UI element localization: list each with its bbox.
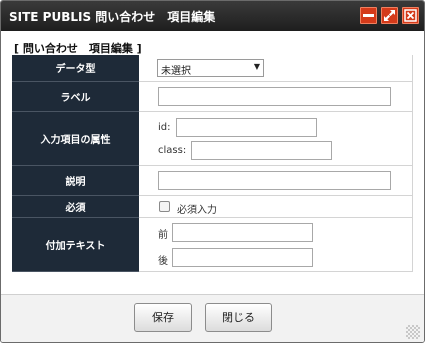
- dropdown-arrow-icon: ▼: [253, 62, 260, 71]
- id-label: id:: [158, 121, 171, 133]
- section-title: [ 問い合わせ 項目編集 ]: [14, 42, 142, 55]
- after-label: 後: [158, 255, 168, 267]
- form-table: データ型 未選択 ▼ ラベル 入力項目の属性 id: class: 説明 必須 …: [12, 55, 413, 272]
- data-type-select[interactable]: 未選択 ▼: [157, 59, 264, 77]
- after-text-input[interactable]: [172, 247, 313, 267]
- before-label: 前: [158, 229, 168, 241]
- minimize-icon: [363, 14, 374, 17]
- before-text-input[interactable]: [172, 222, 313, 242]
- minimize-button[interactable]: [360, 7, 377, 24]
- label-field-label: ラベル: [12, 81, 139, 112]
- required-label: 必須: [12, 195, 139, 218]
- description-input[interactable]: [158, 170, 391, 190]
- class-input[interactable]: [191, 140, 332, 160]
- row-additional-text: 付加テキスト 前 後: [12, 217, 413, 272]
- id-input[interactable]: [176, 117, 317, 137]
- window-title: SITE PUBLIS 問い合わせ 項目編集: [9, 10, 216, 24]
- data-type-selected-value: 未選択: [161, 66, 191, 77]
- attributes-label: 入力項目の属性: [12, 111, 139, 166]
- dialog-footer: 保存 閉じる: [1, 294, 424, 342]
- maximize-button[interactable]: [381, 7, 398, 24]
- close-dialog-button[interactable]: 閉じる: [205, 303, 272, 332]
- row-label: ラベル: [12, 81, 413, 112]
- resize-grip-icon[interactable]: [406, 325, 420, 339]
- save-button[interactable]: 保存: [134, 303, 192, 332]
- data-type-label: データ型: [12, 55, 139, 82]
- class-label: class:: [158, 144, 187, 156]
- title-bar[interactable]: SITE PUBLIS 問い合わせ 項目編集: [1, 1, 424, 31]
- label-input[interactable]: [158, 86, 391, 106]
- required-checkbox[interactable]: [159, 200, 170, 212]
- expand-icon: [384, 10, 395, 21]
- close-button[interactable]: [402, 7, 419, 24]
- additional-text-label: 付加テキスト: [12, 217, 139, 272]
- row-data-type: データ型 未選択 ▼: [12, 55, 413, 82]
- description-label: 説明: [12, 165, 139, 196]
- row-description: 説明: [12, 165, 413, 196]
- row-required: 必須 必須入力: [12, 195, 413, 218]
- required-checkbox-label[interactable]: 必須入力: [177, 201, 217, 216]
- close-icon: [404, 9, 417, 22]
- dialog-window: SITE PUBLIS 問い合わせ 項目編集 [ 問い合わせ 項目編集 ] デー…: [0, 0, 425, 343]
- dialog-content: [ 問い合わせ 項目編集 ] データ型 未選択 ▼ ラベル 入力項目の属性 id…: [1, 31, 424, 294]
- row-attributes: 入力項目の属性 id: class:: [12, 111, 413, 166]
